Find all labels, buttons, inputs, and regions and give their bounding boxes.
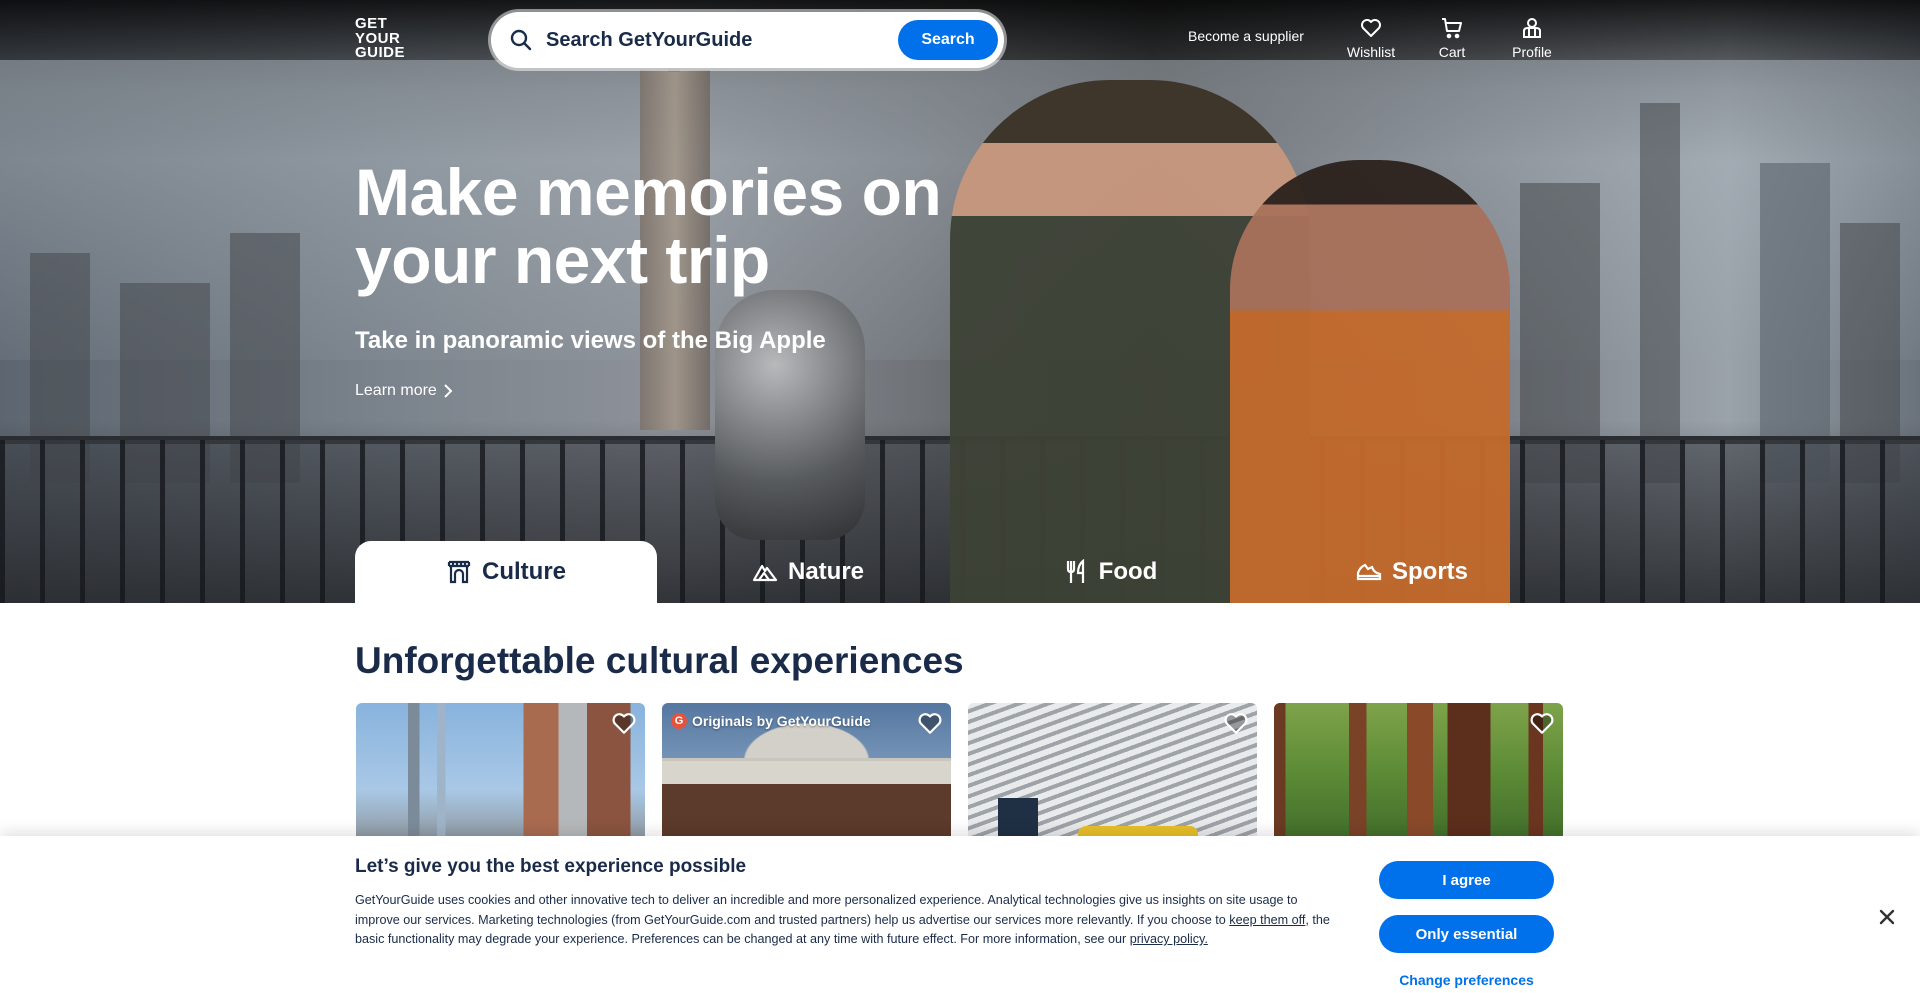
hero-person-woman: [1230, 160, 1510, 603]
experience-card[interactable]: [1274, 703, 1563, 848]
section-title: Unforgettable cultural experiences: [355, 640, 964, 681]
getyourguide-logo[interactable]: GET YOUR GUIDE: [355, 16, 415, 63]
tab-food[interactable]: Food: [959, 541, 1261, 603]
tab-food-label: Food: [1098, 558, 1158, 585]
experience-card[interactable]: [968, 703, 1257, 848]
nav-wishlist-label: Wishlist: [1346, 44, 1396, 60]
nav-profile-label: Profile: [1512, 44, 1552, 60]
search-button[interactable]: Search: [898, 20, 998, 60]
tab-culture[interactable]: Culture: [355, 541, 657, 603]
search-icon: [510, 29, 532, 51]
heart-icon[interactable]: [1529, 710, 1555, 736]
heart-icon[interactable]: [1223, 710, 1249, 736]
sports-icon: [1356, 563, 1382, 581]
nav-wishlist[interactable]: Wishlist: [1336, 16, 1406, 60]
originals-g-icon: G: [671, 713, 687, 729]
keep-them-off-link[interactable]: keep them off: [1229, 913, 1305, 927]
cookie-banner: Let’s give you the best experience possi…: [0, 836, 1920, 993]
experience-cards: G Originals by GetYourGuide: [356, 703, 1564, 848]
card-image: [356, 703, 645, 848]
hero-building: [1760, 163, 1830, 483]
heart-icon[interactable]: [611, 710, 637, 736]
close-icon[interactable]: [1877, 907, 1897, 927]
card-image: [1274, 703, 1563, 848]
hero-building: [1640, 103, 1680, 483]
learn-more-link[interactable]: Learn more: [355, 382, 453, 400]
profile-icon: [1523, 18, 1541, 38]
logo-line: GUIDE: [355, 44, 406, 61]
mountain-icon: [752, 564, 778, 582]
fork-knife-icon: [1066, 559, 1084, 583]
nav-cart-label: Cart: [1438, 44, 1466, 60]
experience-card[interactable]: G Originals by GetYourGuide: [662, 703, 951, 848]
learn-more-label: Learn more: [355, 382, 437, 399]
card-image: [968, 703, 1257, 848]
become-supplier-link[interactable]: Become a supplier: [1188, 28, 1304, 44]
tab-nature-label: Nature: [787, 558, 865, 585]
search-bar: Search: [491, 12, 1004, 68]
tab-sports[interactable]: Sports: [1261, 541, 1563, 603]
hero-headline: Make memories on your next trip: [355, 155, 942, 297]
experience-card[interactable]: [356, 703, 645, 848]
tab-culture-label: Culture: [482, 558, 566, 585]
cookie-title: Let’s give you the best experience possi…: [355, 856, 747, 877]
cookie-text: GetYourGuide uses cookies and other inno…: [355, 891, 1335, 950]
cookie-text-part1: GetYourGuide uses cookies and other inno…: [355, 893, 1298, 927]
hero-subheadline: Take in panoramic views of the Big Apple: [355, 327, 826, 354]
culture-icon: [447, 560, 471, 584]
tab-sports-label: Sports: [1391, 558, 1468, 585]
only-essential-button[interactable]: Only essential: [1379, 915, 1554, 953]
heart-icon: [1361, 19, 1381, 37]
privacy-policy-link[interactable]: privacy policy.: [1130, 932, 1208, 946]
search-input[interactable]: [546, 20, 876, 60]
category-tabs: Culture Nature Food Sports: [355, 541, 1565, 603]
tab-nature[interactable]: Nature: [657, 541, 959, 603]
heart-icon[interactable]: [917, 710, 943, 736]
nav-cart[interactable]: Cart: [1417, 16, 1487, 60]
agree-button[interactable]: I agree: [1379, 861, 1554, 899]
hero-banner: [0, 0, 1920, 603]
originals-badge-label: Originals by GetYourGuide: [692, 713, 871, 729]
cart-icon: [1442, 18, 1462, 39]
originals-badge: G Originals by GetYourGuide: [671, 713, 871, 729]
site-header: GET YOUR GUIDE Search Become a supplier …: [0, 0, 1920, 80]
chevron-right-icon: [444, 384, 453, 398]
change-preferences-link[interactable]: Change preferences: [1379, 972, 1554, 988]
nav-profile[interactable]: Profile: [1497, 16, 1567, 60]
